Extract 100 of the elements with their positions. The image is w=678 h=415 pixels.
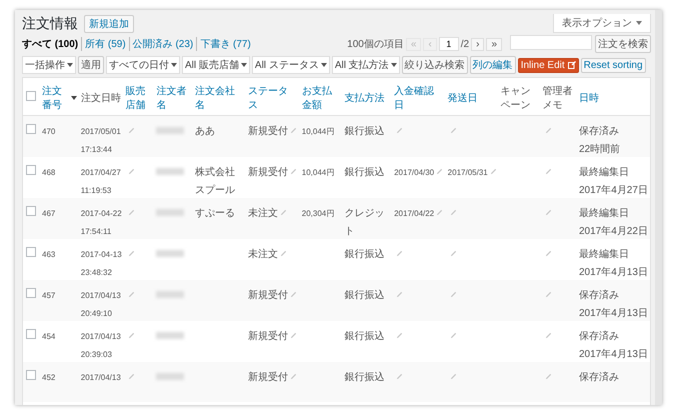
post-state: 保存済み 2017年4月13日: [579, 290, 648, 319]
edit-icon: [568, 61, 576, 69]
caret-icon: [171, 63, 177, 67]
pencil-icon[interactable]: [490, 168, 497, 175]
column-header: 注文日時: [80, 92, 121, 104]
pencil-icon[interactable]: [544, 127, 552, 134]
screen-options-button[interactable]: 表示オプション: [553, 14, 651, 33]
column-edit-button[interactable]: 列の編集: [470, 56, 516, 74]
post-state: 最終編集日 2017年4月27日: [579, 167, 648, 196]
order-datetime: 2017/04/27 11:19:53: [80, 168, 121, 195]
pencil-icon[interactable]: [128, 209, 135, 216]
column-header[interactable]: 注文番号: [42, 84, 77, 112]
order-status: 新規受付: [248, 372, 288, 383]
filter-select[interactable]: All ステータス: [252, 56, 330, 74]
pencil-icon[interactable]: [128, 250, 135, 257]
inline-edit-button[interactable]: Inline Edit: [518, 58, 579, 72]
checkbox[interactable]: [26, 247, 36, 257]
column-header[interactable]: 注文者名: [156, 84, 192, 112]
blurred-text: [156, 250, 184, 257]
blurred-text: [156, 373, 184, 380]
search-button[interactable]: 注文を検索: [595, 35, 651, 53]
payment-amount: 10,044円: [302, 168, 334, 177]
pencil-icon[interactable]: [290, 127, 298, 134]
pencil-icon[interactable]: [396, 250, 404, 257]
checkbox[interactable]: [26, 370, 36, 380]
post-state: 保存済み 2017年4月13日: [579, 331, 648, 360]
page-nav-button[interactable]: ›: [471, 38, 484, 50]
pencil-icon[interactable]: [450, 373, 457, 380]
checkbox[interactable]: [26, 124, 36, 134]
pencil-icon[interactable]: [128, 332, 135, 339]
pencil-icon[interactable]: [450, 127, 457, 134]
filter-select[interactable]: All 販売店舗: [182, 56, 250, 74]
checkbox[interactable]: [26, 329, 36, 339]
pencil-icon[interactable]: [128, 373, 135, 380]
page-number-field[interactable]: 1: [438, 37, 459, 51]
payment-method: 銀行振込: [344, 126, 385, 137]
column-header[interactable]: 支払方法: [344, 90, 385, 104]
pencil-icon[interactable]: [290, 291, 298, 298]
pencil-icon[interactable]: [396, 127, 404, 134]
order-number: 457: [42, 291, 56, 300]
pencil-icon[interactable]: [544, 250, 552, 257]
post-state: 保存済み: [579, 372, 619, 383]
column-header: キャンペーン: [500, 85, 532, 112]
payment-date: 2017/04/22: [394, 209, 434, 218]
pencil-icon[interactable]: [280, 250, 288, 257]
pencil-icon[interactable]: [290, 373, 298, 380]
pencil-icon[interactable]: [450, 250, 457, 257]
filter-button[interactable]: 絞り込み検索: [402, 56, 468, 74]
filter-select[interactable]: すべての日付: [106, 56, 180, 74]
payment-date: 2017/04/30: [394, 168, 434, 177]
view-filter-link[interactable]: 所有 (59): [81, 37, 129, 51]
add-new-button[interactable]: 新規追加: [84, 14, 134, 32]
checkbox[interactable]: [26, 206, 36, 216]
view-filter-link[interactable]: 公開済み (23): [128, 37, 196, 51]
pencil-icon[interactable]: [396, 332, 404, 339]
pencil-icon[interactable]: [544, 291, 552, 298]
search-field[interactable]: [510, 35, 592, 50]
column-header[interactable]: 日時: [579, 90, 599, 104]
pencil-icon[interactable]: [128, 168, 135, 175]
order-status: 未注文: [248, 249, 278, 260]
order-datetime: 2017/04/13 20:49:10: [80, 291, 121, 318]
column-header[interactable]: 発送日: [448, 90, 478, 104]
pencil-icon[interactable]: [544, 373, 552, 380]
filter-select[interactable]: All 支払方法: [332, 56, 400, 74]
pencil-icon[interactable]: [450, 291, 457, 298]
post-state: 保存済み 22時間前: [579, 126, 620, 155]
caret-icon: [240, 63, 247, 67]
pencil-icon[interactable]: [436, 168, 444, 175]
order-status: 新規受付: [248, 126, 288, 137]
view-filter-link[interactable]: すべて (100): [22, 37, 82, 51]
pencil-icon[interactable]: [290, 332, 298, 339]
pencil-icon[interactable]: [544, 209, 552, 216]
pencil-icon[interactable]: [544, 168, 552, 175]
payment-amount: 20,304円: [302, 209, 334, 218]
checkbox[interactable]: [26, 90, 36, 100]
caret-icon: [320, 63, 327, 67]
column-header[interactable]: 入金確認日: [394, 84, 444, 112]
blurred-text: [156, 209, 184, 216]
item-count: 100個の項目: [347, 38, 404, 51]
apply-button[interactable]: 適用: [78, 56, 104, 74]
bulk-action-select[interactable]: 一括操作: [22, 56, 76, 74]
page-nav-button[interactable]: »: [486, 38, 502, 50]
pencil-icon[interactable]: [544, 332, 552, 339]
view-filter-link[interactable]: 下書き (77): [196, 37, 254, 51]
caret-icon: [390, 63, 397, 67]
column-header[interactable]: 注文会社名: [195, 84, 244, 112]
checkbox[interactable]: [26, 165, 36, 175]
pencil-icon[interactable]: [280, 209, 288, 216]
blurred-text: [156, 332, 184, 339]
pencil-icon[interactable]: [128, 291, 135, 298]
pencil-icon[interactable]: [128, 127, 135, 134]
column-header[interactable]: ステータス: [248, 84, 298, 112]
pencil-icon[interactable]: [396, 373, 404, 380]
checkbox[interactable]: [26, 288, 36, 298]
pencil-icon[interactable]: [396, 291, 404, 298]
pencil-icon[interactable]: [290, 168, 298, 175]
column-header[interactable]: お支払金額: [302, 84, 341, 112]
column-header[interactable]: 販売店舗: [126, 84, 152, 112]
reset-sorting-button[interactable]: Reset sorting: [580, 58, 646, 72]
pencil-icon[interactable]: [450, 332, 457, 339]
